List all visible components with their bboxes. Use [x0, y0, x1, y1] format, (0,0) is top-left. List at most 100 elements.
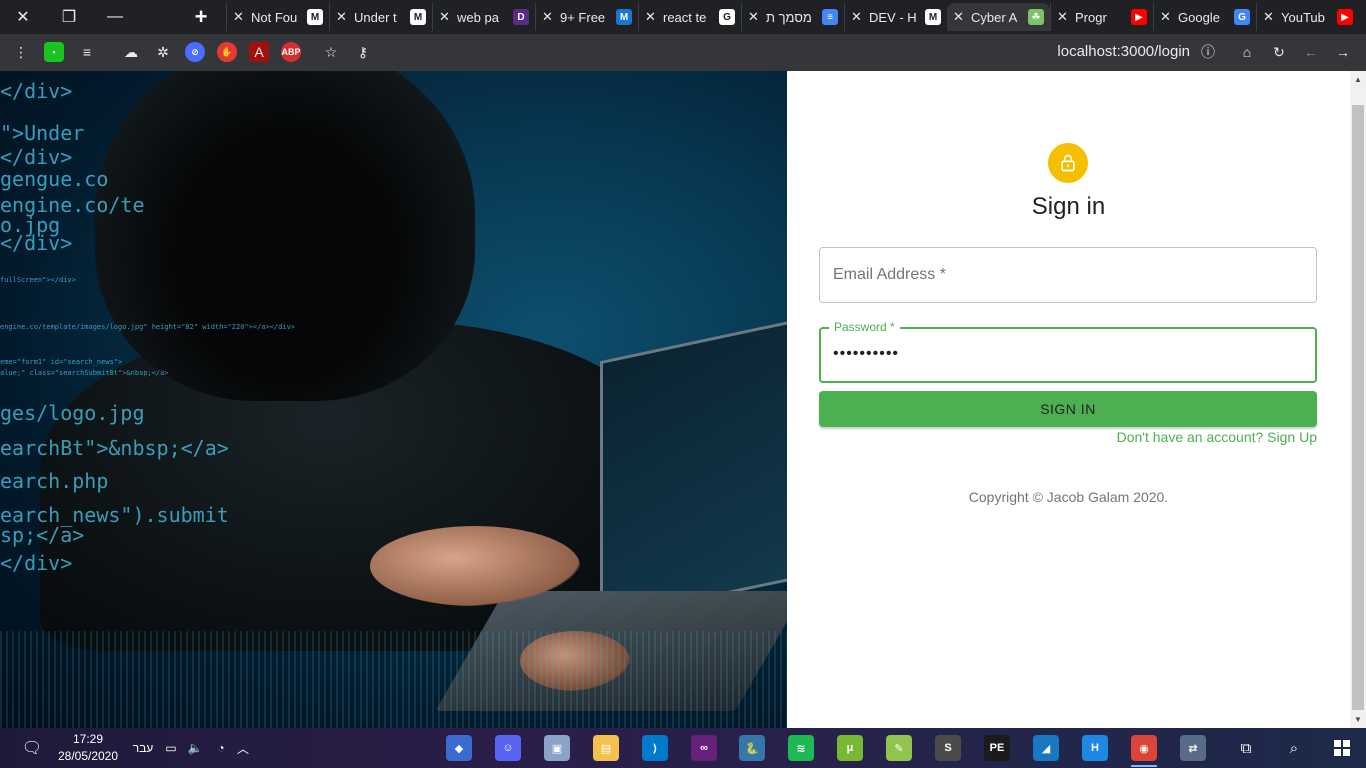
media-control-icon[interactable]: ≡	[77, 42, 97, 62]
reload-icon[interactable]: ↻	[1269, 42, 1289, 62]
system-clock[interactable]: 17:29 28/05/2020	[56, 731, 120, 765]
forward-icon[interactable]: ←	[1301, 42, 1321, 62]
tab-close-icon[interactable]: ✕	[953, 9, 967, 25]
windows-taskbar: 🗨 17:29 28/05/2020 עבר ▭ 🔈 ◔ ︿ ◆ ☺ ▣ ▤ ⟩ ∞ 🐍 ≋ μ…	[0, 728, 1366, 768]
signin-panel: Sign in Email Address * Password * •••••…	[787, 71, 1350, 728]
sublime-icon[interactable]: S	[935, 735, 961, 761]
browser-tab[interactable]: ✕ Cyber A ☘	[947, 3, 1050, 31]
signin-button[interactable]: SIGN IN	[819, 391, 1317, 427]
code-text-line: fullScreen"></div>	[0, 276, 76, 284]
wifi-icon[interactable]: ◔	[210, 728, 232, 768]
extension-wheel-icon[interactable]: ✲	[153, 42, 173, 62]
password-value: ••••••••••	[833, 345, 900, 362]
tab-close-icon[interactable]: ✕	[233, 9, 247, 25]
tab-close-icon[interactable]: ✕	[1057, 9, 1071, 25]
site-info-icon[interactable]: ⓘ	[1198, 42, 1218, 62]
clock-time: 17:29	[72, 732, 104, 746]
task-view-icon[interactable]: ⧉	[1234, 728, 1258, 768]
explorer-icon[interactable]: ▤	[593, 735, 619, 761]
tab-close-icon[interactable]: ✕	[439, 9, 453, 25]
key-icon[interactable]: ⚷	[353, 42, 373, 62]
browser-tab[interactable]: ✕ Google G	[1153, 3, 1256, 31]
utorrent-icon[interactable]: μ	[837, 735, 863, 761]
tab-close-icon[interactable]: ✕	[748, 9, 762, 25]
menu-icon[interactable]: ⋮	[11, 42, 31, 62]
scrollbar-thumb[interactable]	[1352, 105, 1364, 710]
discord-icon[interactable]: ☺	[495, 735, 521, 761]
extension-green-icon[interactable]: ▪	[44, 42, 64, 62]
address-bar-url[interactable]: localhost:3000/login	[1057, 43, 1190, 60]
adblock-plus-icon[interactable]: ABP	[281, 42, 301, 62]
h-app-icon[interactable]: H	[1082, 735, 1108, 761]
start-windows-icon[interactable]	[1330, 728, 1354, 768]
new-tab-button[interactable]: +	[186, 2, 216, 32]
notifications-icon[interactable]: 🗨	[18, 728, 46, 768]
code-text-line: gengue.co	[0, 167, 109, 191]
bookmark-star-icon[interactable]: ☆	[321, 42, 341, 62]
tab-close-icon[interactable]: ✕	[542, 9, 556, 25]
network-tool-icon[interactable]: ⇄	[1180, 735, 1206, 761]
pycharm-icon[interactable]: PE	[984, 735, 1010, 761]
password-label: Password *	[829, 320, 900, 334]
lock-avatar	[1048, 143, 1088, 183]
code-text-line: engine.co/template/images/logo.jpg" heig…	[0, 323, 296, 331]
back-icon[interactable]: →	[1333, 42, 1353, 62]
browser-tab[interactable]: ✕ YouTub ▶	[1256, 3, 1359, 31]
visual-studio-icon[interactable]: ∞	[691, 735, 717, 761]
page-scrollbar[interactable]: ▲ ▼	[1350, 71, 1366, 728]
code-text-line: alue;" class="searchSubmitBt">&nbsp;</a>	[0, 369, 169, 377]
tab-title: DEV - H	[869, 9, 917, 25]
photos-icon[interactable]: ▣	[544, 735, 570, 761]
block-extension-icon[interactable]: ⊘	[185, 42, 205, 62]
tab-close-icon[interactable]: ✕	[851, 9, 865, 25]
shark-icon[interactable]: ◢	[1033, 735, 1059, 761]
home-icon[interactable]: ⌂	[1237, 42, 1257, 62]
minimize-window-icon[interactable]: —	[92, 0, 138, 34]
search-icon[interactable]: ⌕	[1282, 728, 1306, 768]
browser-tab[interactable]: ✕ Not Fou M	[226, 3, 329, 31]
show-hidden-icons-icon[interactable]: ︿	[234, 728, 252, 768]
tab-title: react te	[663, 9, 707, 25]
git-icon[interactable]: ◆	[446, 735, 472, 761]
vscode-icon[interactable]: ⟩	[642, 735, 668, 761]
browser-tab[interactable]: ✕ web pa D	[432, 3, 535, 31]
email-label: Email Address *	[833, 266, 946, 283]
spotify-icon[interactable]: ≋	[788, 735, 814, 761]
language-indicator[interactable]: עבר	[128, 728, 158, 768]
browser-tab[interactable]: ✕ Under t M	[329, 3, 432, 31]
tab-close-icon[interactable]: ✕	[1160, 9, 1174, 25]
tab-close-icon[interactable]: ✕	[645, 9, 659, 25]
browser-tab[interactable]: ✕ DEV - H M	[844, 3, 947, 31]
incognito-extension-icon[interactable]: ☁	[121, 42, 141, 62]
page-content: </div> ">Under </div> gengue.co engine.co/te…	[0, 71, 1366, 728]
tab-title: Under t	[354, 9, 397, 25]
devto-icon: D	[513, 9, 529, 25]
password-field[interactable]: Password * ••••••••••	[819, 320, 1317, 383]
gmail-icon: M	[925, 9, 941, 25]
docs-icon: ≡	[822, 9, 838, 25]
chrome-icon[interactable]: ◉	[1131, 735, 1157, 767]
restore-window-icon[interactable]: ❐	[46, 0, 92, 34]
tab-title: Cyber A	[971, 9, 1018, 25]
scroll-up-arrow-icon[interactable]: ▲	[1354, 75, 1362, 84]
notepad-plus-icon[interactable]: ✎	[886, 735, 912, 761]
browser-tab[interactable]: ✕ Progr ▶	[1050, 3, 1153, 31]
scroll-down-arrow-icon[interactable]: ▼	[1354, 715, 1362, 724]
tab-close-icon[interactable]: ✕	[1263, 9, 1277, 25]
code-text-line: ges/logo.jpg	[0, 401, 145, 425]
close-window-icon[interactable]: ✕	[0, 0, 46, 34]
battery-icon[interactable]: ▭	[160, 728, 182, 768]
browser-tab[interactable]: ✕ react te G	[638, 3, 741, 31]
pdf-extension-icon[interactable]: A	[249, 42, 269, 62]
tab-close-icon[interactable]: ✕	[336, 9, 350, 25]
signup-link[interactable]: Don't have an account? Sign Up	[1117, 429, 1317, 445]
browser-tab[interactable]: ✕ מסמך ת ≡	[741, 3, 844, 31]
code-text-line: eme="form1" id="search_news">	[0, 358, 123, 366]
email-field[interactable]: Email Address *	[819, 247, 1317, 303]
browser-tab[interactable]: ✕ 9+ Free M	[535, 3, 638, 31]
volume-icon[interactable]: 🔈	[184, 728, 206, 768]
python-icon[interactable]: 🐍	[739, 735, 765, 761]
hacker-hero-image: </div> ">Under </div> gengue.co engine.co/te…	[0, 71, 787, 728]
code-text-line: </div>	[0, 551, 73, 575]
hand-extension-icon[interactable]: ✋	[217, 42, 237, 62]
